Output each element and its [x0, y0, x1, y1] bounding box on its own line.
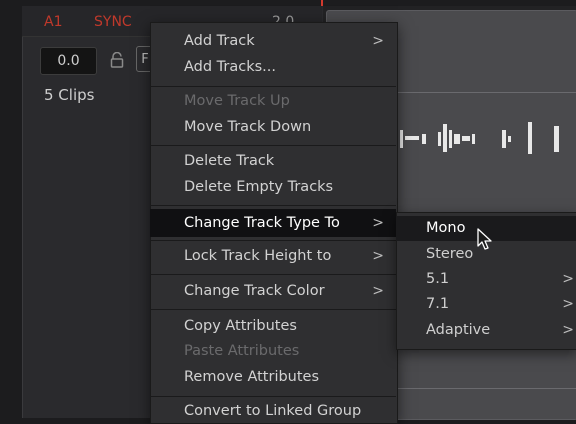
menu-item-add-tracks[interactable]: Add Tracks...	[150, 55, 396, 80]
menu-item-label: Add Tracks...	[184, 59, 277, 75]
chevron-right-icon: >	[372, 33, 384, 49]
submenu-item-adaptive[interactable]: Adaptive >	[396, 318, 576, 343]
audio-waveform	[394, 122, 559, 154]
mouse-cursor-icon	[477, 228, 492, 250]
submenu-item-label: Mono	[426, 220, 466, 236]
lock-icon[interactable]	[110, 52, 124, 68]
menu-item-label: Remove Attributes	[184, 369, 320, 385]
menu-item-change-track-type[interactable]: Change Track Type To >	[150, 209, 396, 237]
menu-separator	[150, 309, 396, 310]
menu-item-label: Change Track Type To	[184, 215, 340, 231]
menu-item-label: Move Track Down	[184, 119, 312, 135]
menu-item-label: Paste Attributes	[184, 343, 300, 359]
submenu-item-7-1[interactable]: 7.1 >	[396, 292, 576, 317]
submenu-item-label: 5.1	[426, 271, 450, 287]
menu-item-label: Delete Track	[184, 153, 275, 169]
menu-separator	[150, 240, 396, 241]
menu-item-copy-attributes[interactable]: Copy Attributes	[150, 314, 396, 339]
sync-label[interactable]: SYNC	[94, 14, 132, 30]
menu-item-add-track[interactable]: Add Track >	[150, 29, 396, 54]
menu-item-label: Lock Track Height to	[184, 248, 332, 264]
menu-item-paste-attributes: Paste Attributes	[150, 339, 396, 364]
menu-item-lock-track-height[interactable]: Lock Track Height to >	[150, 244, 396, 269]
chevron-right-icon: >	[372, 283, 384, 299]
submenu-item-5-1[interactable]: 5.1 >	[396, 267, 576, 292]
menu-item-move-track-up: Move Track Up	[150, 89, 396, 114]
clips-count-label: 5 Clips	[44, 86, 95, 104]
menu-item-delete-track[interactable]: Delete Track	[150, 149, 396, 174]
chevron-right-icon: >	[562, 271, 574, 287]
menu-item-delete-empty-tracks[interactable]: Delete Empty Tracks	[150, 175, 396, 200]
menu-item-label: Convert to Linked Group	[184, 403, 362, 419]
menu-item-label: Copy Attributes	[184, 318, 297, 334]
menu-item-remove-attributes[interactable]: Remove Attributes	[150, 365, 396, 390]
submenu-item-label: 7.1	[426, 296, 450, 312]
menu-item-label: Change Track Color	[184, 283, 325, 299]
menu-item-label: Add Track	[184, 33, 255, 49]
menu-separator	[150, 396, 396, 397]
track-id-label: A1	[44, 14, 63, 30]
menu-item-move-track-down[interactable]: Move Track Down	[150, 115, 396, 140]
menu-item-label: Move Track Up	[184, 93, 290, 109]
menu-separator	[150, 274, 396, 275]
chevron-right-icon: >	[562, 296, 574, 312]
menu-item-label: Delete Empty Tracks	[184, 179, 334, 195]
submenu-item-label: Adaptive	[426, 322, 491, 338]
chevron-right-icon: >	[372, 248, 384, 264]
menu-item-change-track-color[interactable]: Change Track Color >	[150, 279, 396, 304]
submenu-item-label: Stereo	[426, 246, 474, 262]
chevron-right-icon: >	[372, 215, 384, 231]
volume-field[interactable]: 0.0	[40, 47, 97, 75]
chevron-right-icon: >	[562, 322, 574, 338]
menu-separator	[150, 145, 396, 146]
menu-separator	[150, 86, 396, 87]
menu-separator	[150, 205, 396, 206]
menu-item-convert-linked-group[interactable]: Convert to Linked Group	[150, 399, 396, 424]
